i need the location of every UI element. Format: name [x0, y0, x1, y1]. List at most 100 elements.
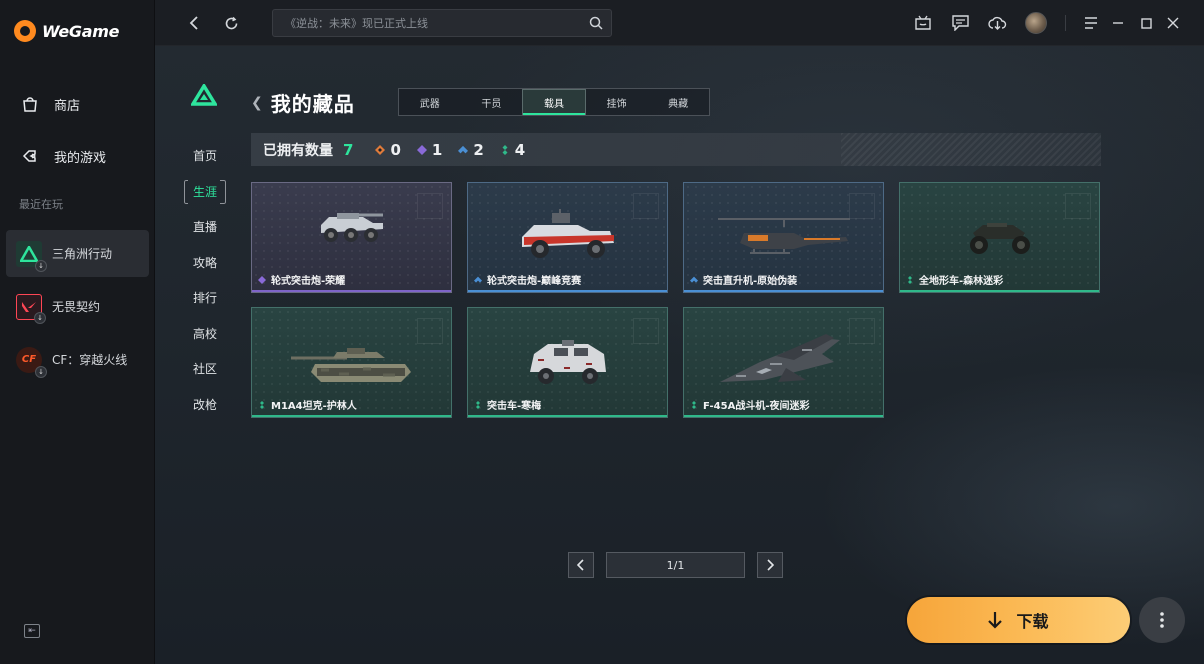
download-badge-icon: ↓ [35, 365, 47, 378]
valorant-icon: ↓ [16, 293, 46, 324]
sidebar-item-label: 商店 [54, 98, 81, 114]
main-content: 首页 生涯 直播 攻略 排行 高校 社区 改枪 ❮ 我的藏品 武器 干员 载具 … [155, 46, 1204, 664]
vehicle-card[interactable]: 突击车-寒梅 [467, 307, 668, 418]
vehicle-card[interactable]: 突击直升机-原始伪装 [683, 182, 884, 293]
subnav-guides[interactable]: 攻略 [183, 245, 227, 281]
recent-game-valorant[interactable]: ↓ 无畏契约 [6, 283, 149, 330]
more-options-button[interactable] [1139, 597, 1185, 643]
card-corner-deco [1065, 193, 1091, 219]
purple-diamond-icon [416, 144, 427, 155]
chevron-left-icon [577, 559, 584, 571]
back-icon[interactable] [183, 12, 205, 34]
message-icon[interactable] [949, 12, 971, 34]
gift-box-icon[interactable] [912, 12, 934, 34]
rarity-count-blue: 2 [458, 141, 484, 159]
sidebar-item-my-games[interactable]: 我的游戏 [0, 138, 155, 174]
search-input[interactable]: 《逆战：未来》现已正式上线 [272, 9, 612, 37]
toolbar-divider [1065, 15, 1066, 31]
search-icon[interactable] [589, 16, 603, 30]
owned-count-bar: 已拥有数量 7 0 1 2 4 [251, 133, 1101, 166]
tab-weapons[interactable]: 武器 [399, 89, 461, 115]
blue-double-diamond-icon [458, 145, 469, 153]
rarity-count-gold: 0 [375, 140, 401, 159]
recent-game-label: 无畏契约 [52, 300, 101, 314]
tank-image [290, 348, 411, 382]
green-dots-icon [502, 144, 508, 155]
side-nav: 商店 我的游戏 [0, 86, 155, 190]
tab-vehicles[interactable]: 载具 [522, 89, 586, 115]
card-label: M1A4坦克-护林人 [258, 397, 357, 412]
page-indicator[interactable]: 1/1 [606, 552, 745, 578]
vehicle-card[interactable]: 轮式突击炮-荣耀 [251, 182, 452, 293]
green-dots-icon [692, 400, 696, 409]
subnav-college[interactable]: 高校 [183, 316, 227, 352]
subnav-community[interactable]: 社区 [183, 351, 227, 387]
refresh-icon[interactable] [220, 12, 242, 34]
game-sub-nav: 首页 生涯 直播 攻略 排行 高校 社区 改枪 [183, 138, 227, 422]
card-label: 突击车-寒梅 [474, 397, 541, 412]
recent-game-delta-force[interactable]: ↓ 三角洲行动 [6, 230, 149, 277]
download-manager-icon[interactable] [986, 12, 1008, 34]
owned-count-label: 已拥有数量 [263, 142, 333, 159]
user-avatar[interactable] [1025, 12, 1047, 34]
blue-double-diamond-icon [474, 276, 482, 283]
recent-game-label: 三角洲行动 [52, 247, 113, 261]
subnav-gun-mod[interactable]: 改枪 [183, 387, 227, 423]
top-bar: 《逆战：未来》现已正式上线 [155, 0, 1204, 46]
collapse-sidebar-icon[interactable]: ⇤ [24, 624, 40, 638]
sidebar-item-store[interactable]: 商店 [0, 86, 155, 122]
subnav-home[interactable]: 首页 [183, 138, 227, 174]
vehicle-card[interactable]: M1A4坦克-护林人 [251, 307, 452, 418]
rarity-count-green: 4 [500, 141, 525, 159]
recent-game-crossfire[interactable]: CF ↓ CF：穿越火线 [6, 336, 149, 383]
crossfire-mark: CF [21, 354, 37, 365]
wheeled-assault-gun-image [320, 213, 383, 242]
vehicle-name: 轮式突击炮-荣耀 [271, 276, 346, 287]
card-corner-deco [417, 193, 443, 219]
delta-force-logo-icon [189, 82, 219, 106]
green-dots-icon [260, 400, 264, 409]
download-label: 下载 [1016, 612, 1049, 631]
recent-label: 最近在玩 [19, 198, 63, 211]
vehicle-card[interactable]: 全地形车-森林迷彩 [899, 182, 1100, 293]
page-header: ❮ 我的藏品 [251, 88, 355, 117]
logo-text: WeGame [42, 21, 120, 41]
rarity-count-value: 4 [514, 140, 526, 159]
menu-icon[interactable] [1080, 12, 1102, 34]
gamepad-icon [20, 146, 40, 166]
recent-games-list: ↓ 三角洲行动 ↓ 无畏契约 CF ↓ CF：穿越火线 [6, 230, 149, 389]
page-title: 我的藏品 [270, 92, 355, 116]
download-badge-icon: ↓ [35, 259, 47, 272]
chevron-left-icon[interactable]: ❮ [251, 95, 263, 111]
arrow-down-icon [988, 612, 1003, 629]
crossfire-icon: CF ↓ [16, 346, 47, 378]
vehicle-name: M1A4坦克-护林人 [271, 401, 357, 412]
prev-page-button[interactable] [568, 552, 594, 578]
search-placeholder: 《逆战：未来》现已正式上线 [285, 17, 428, 30]
subnav-ranking[interactable]: 排行 [183, 280, 227, 316]
subnav-live[interactable]: 直播 [183, 209, 227, 245]
assault-truck-image [521, 209, 614, 258]
download-button[interactable]: 下载 [907, 597, 1130, 643]
vehicle-card[interactable]: 轮式突击炮-巅峰竞赛 [467, 182, 668, 293]
maximize-icon[interactable] [1135, 12, 1157, 34]
next-page-button[interactable] [757, 552, 783, 578]
rarity-count-value: 0 [390, 140, 401, 159]
tab-operators[interactable]: 干员 [461, 89, 523, 115]
rarity-count-value: 1 [431, 140, 443, 159]
wegame-logo[interactable]: WeGame [14, 20, 119, 42]
vehicle-card[interactable]: F-45A战斗机-夜间迷彩 [683, 307, 884, 418]
minimize-icon[interactable] [1107, 12, 1129, 34]
collection-tabs: 武器 干员 载具 挂饰 典藏 [398, 88, 710, 116]
vehicle-name: F-45A战斗机-夜间迷彩 [703, 401, 810, 412]
tab-charms[interactable]: 挂饰 [586, 89, 648, 115]
recent-game-label: CF：穿越火线 [52, 353, 128, 367]
fighter-jet-image [719, 334, 840, 382]
close-icon[interactable] [1162, 12, 1184, 34]
tab-collection[interactable]: 典藏 [647, 89, 709, 115]
card-corner-deco [849, 318, 875, 344]
vehicle-name: 突击直升机-原始伪装 [703, 276, 798, 287]
card-label: 轮式突击炮-荣耀 [258, 272, 345, 287]
helicopter-image [717, 218, 850, 254]
subnav-career[interactable]: 生涯 [183, 174, 227, 210]
